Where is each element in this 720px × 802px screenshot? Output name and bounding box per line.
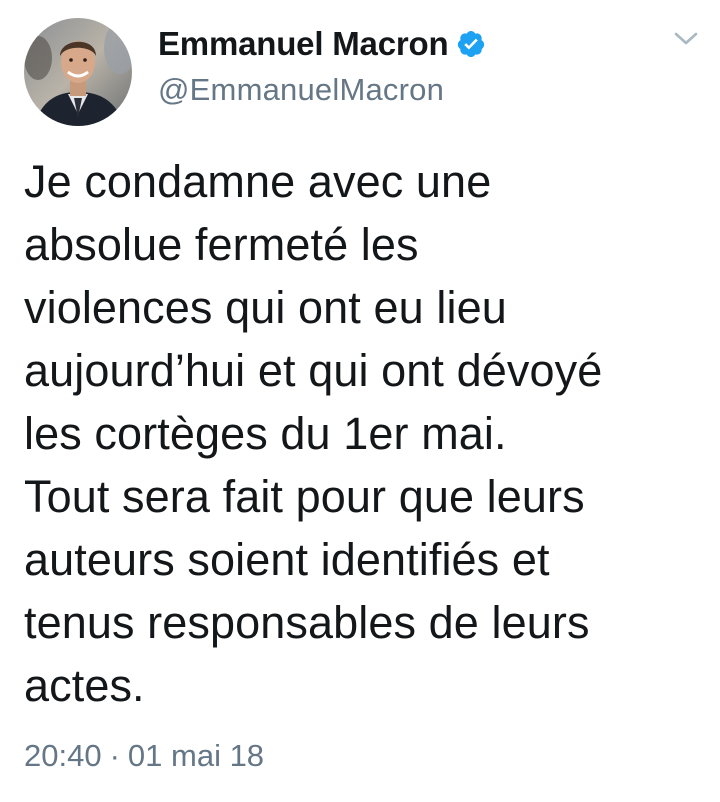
meta-separator: · (109, 738, 120, 773)
avatar[interactable] (24, 18, 132, 126)
tweet-text: Je condamne avec une absolue fermeté les… (24, 156, 603, 711)
user-handle[interactable]: @EmmanuelMacron (158, 72, 486, 108)
avatar-image (24, 18, 132, 126)
tweet-card: Emmanuel Macron @EmmanuelMacron Je conda… (0, 0, 720, 802)
tweet-time: 20:40 (24, 738, 102, 773)
chevron-down-icon[interactable] (673, 30, 699, 48)
verified-badge-icon (456, 29, 486, 59)
tweet-timestamp[interactable]: 20:40 · 01 mai 18 (24, 738, 264, 774)
display-name[interactable]: Emmanuel Macron (158, 25, 449, 63)
name-row: Emmanuel Macron (158, 24, 486, 64)
tweet-date: 01 mai 18 (127, 738, 265, 773)
author-block: Emmanuel Macron @EmmanuelMacron (158, 24, 486, 108)
